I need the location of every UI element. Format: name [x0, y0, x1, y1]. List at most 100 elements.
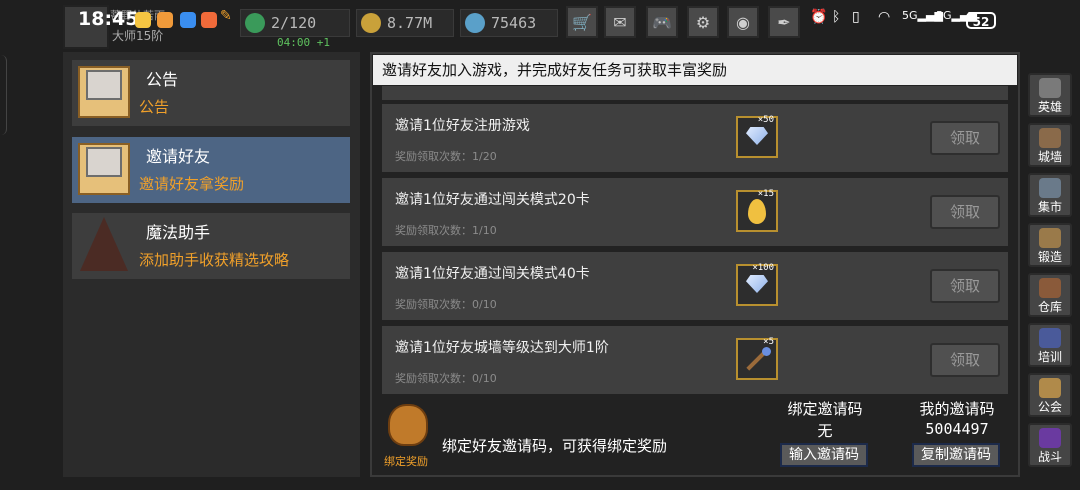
- side-menu-market[interactable]: 集市: [1028, 173, 1072, 217]
- side-menu-hero[interactable]: 英雄: [1028, 73, 1072, 117]
- task-row: 邀请1位好友通过闯关模式40卡 奖励领取次数：0/10 ×100 领取: [382, 252, 1008, 320]
- notification-icon: [157, 12, 173, 28]
- envelope-icon: [78, 143, 130, 195]
- reward-multiplier: ×5: [763, 337, 774, 347]
- task-description: 邀请1位好友通过闯关模式20卡: [395, 192, 590, 208]
- color-wheel-button[interactable]: ◉: [727, 6, 759, 38]
- task-claim-count: 奖励领取次数：0/10: [395, 372, 497, 385]
- reward-slot[interactable]: ×15: [736, 189, 778, 232]
- diamond-icon: [746, 127, 768, 145]
- bind-code-title: 绑定邀请码: [787, 400, 863, 418]
- reward-multiplier: ×50: [757, 115, 774, 125]
- energy-timer: 04:00 +1: [277, 36, 330, 49]
- mail-icon: ✉: [613, 12, 627, 32]
- side-menu-battle[interactable]: 战斗: [1028, 423, 1072, 467]
- notification-icon: [180, 12, 196, 28]
- task-claim-count: 奖励领取次数：1/10: [395, 224, 497, 237]
- wizard-hat-icon: [80, 217, 128, 271]
- tab-announcement[interactable]: 公告 公告: [72, 60, 350, 126]
- reward-slot[interactable]: ×100: [736, 263, 778, 306]
- hero-helmet-icon: [1039, 78, 1061, 98]
- bind-reward-label: 绑定奖励: [384, 455, 428, 468]
- golden-egg-icon: [748, 199, 766, 224]
- reward-multiplier: ×15: [757, 189, 774, 199]
- settings-button[interactable]: ⚙: [687, 6, 719, 38]
- lightning-icon: [245, 13, 265, 33]
- gem-counter[interactable]: 75463: [460, 9, 558, 37]
- gem-icon: [465, 13, 485, 33]
- feather-icon: ✒: [777, 12, 791, 32]
- gold-counter[interactable]: 8.77M: [356, 9, 454, 37]
- gamepad-button[interactable]: 🎮: [646, 6, 678, 38]
- copy-code-button[interactable]: 复制邀请码: [912, 443, 1000, 467]
- tab-invite-friends[interactable]: 邀请好友 邀请好友拿奖励: [72, 137, 350, 203]
- reward-multiplier: ×100: [752, 263, 774, 273]
- color-wheel-icon: ◉: [736, 12, 750, 32]
- gold-value: 8.77M: [387, 14, 433, 32]
- energy-counter[interactable]: 2/120: [240, 9, 350, 37]
- claim-button[interactable]: 领取: [930, 269, 1000, 303]
- gamepad-icon: 🎮: [652, 12, 672, 32]
- claim-button[interactable]: 领取: [930, 121, 1000, 155]
- side-menu-training[interactable]: 培训: [1028, 323, 1072, 367]
- vibrate-icon: ▯: [852, 9, 860, 25]
- screen-edge-handle[interactable]: [0, 55, 7, 135]
- task-description: 邀请1位好友注册游戏: [395, 118, 530, 134]
- bluetooth-icon: ᛒ: [832, 9, 841, 25]
- task-description: 邀请1位好友通过闯关模式40卡: [395, 266, 590, 282]
- wall-icon: [1039, 128, 1061, 148]
- tab-title: 邀请好友: [146, 147, 211, 166]
- bind-tip-text: 绑定好友邀请码，可获得绑定奖励: [442, 437, 668, 455]
- notification-icon: [201, 12, 217, 28]
- task-row: 邀请1位好友通过闯关模式20卡 奖励领取次数：1/10 ×15 领取: [382, 178, 1008, 246]
- reward-slot[interactable]: ×5: [736, 337, 778, 380]
- alarm-icon: ⏰: [810, 9, 828, 25]
- reward-bag-icon[interactable]: [388, 404, 428, 446]
- tab-title: 魔法助手: [146, 223, 211, 242]
- tab-title: 公告: [146, 70, 179, 89]
- market-icon: [1039, 178, 1061, 198]
- my-code-value: 5004497: [925, 420, 989, 438]
- bind-code-value: 无: [817, 422, 833, 440]
- battle-portal-icon: [1039, 428, 1061, 448]
- claim-button[interactable]: 领取: [930, 195, 1000, 229]
- feather-button[interactable]: ✒: [768, 6, 800, 38]
- envelope-icon: [78, 66, 130, 118]
- tab-subtitle: 邀请好友拿奖励: [139, 175, 245, 193]
- guild-icon: [1039, 378, 1061, 398]
- bind-code-section: 绑定奖励 绑定好友邀请码，可获得绑定奖励 绑定邀请码 无 输入邀请码 我的邀请码…: [382, 398, 1008, 472]
- side-menu-warehouse[interactable]: 仓库: [1028, 273, 1072, 317]
- my-code-title: 我的邀请码: [919, 400, 995, 418]
- diamond-icon: [746, 275, 768, 293]
- status-bar: 蒂野仙若雨 大师15阶 18:45 ✎ 2/120 04:00 +1 8.77M…: [0, 0, 1080, 49]
- task-claim-count: 奖励领取次数：0/10: [395, 298, 497, 311]
- claim-button[interactable]: 领取: [930, 343, 1000, 377]
- input-code-button[interactable]: 输入邀请码: [780, 443, 868, 467]
- energy-value: 2/120: [271, 14, 317, 32]
- gold-coin-icon: [361, 13, 381, 33]
- wifi-icon: ◠: [878, 9, 891, 25]
- notification-icon: [135, 12, 151, 28]
- shop-cart-icon: 🛒: [572, 12, 592, 32]
- task-row: 邀请1位好友注册游戏 奖励领取次数：1/20 ×50 领取: [382, 104, 1008, 172]
- chest-icon: [1039, 278, 1061, 298]
- anvil-icon: [1039, 228, 1061, 248]
- edit-icon: ✎: [220, 8, 232, 24]
- side-menu-wall[interactable]: 城墙: [1028, 123, 1072, 167]
- side-menu-guild[interactable]: 公会: [1028, 373, 1072, 417]
- side-menu-forge[interactable]: 锻造: [1028, 223, 1072, 267]
- reward-slot[interactable]: ×50: [736, 115, 778, 158]
- battery-indicator: 52: [966, 12, 996, 29]
- mail-button[interactable]: ✉: [604, 6, 636, 38]
- shop-cart-button[interactable]: 🛒: [566, 6, 598, 38]
- task-description: 邀请1位好友城墙等级达到大师1阶: [395, 340, 609, 356]
- wand-gem-icon: [762, 347, 771, 356]
- panel-header: 邀请好友加入游戏，并完成好友任务可获取丰富奖励: [373, 55, 1017, 85]
- tab-subtitle: 添加助手收获精选攻略: [139, 251, 290, 269]
- task-row: 邀请1位好友城墙等级达到大师1阶 奖励领取次数：0/10 ×5 领取: [382, 326, 1008, 394]
- tab-magic-assistant[interactable]: 魔法助手 添加助手收获精选攻略: [72, 213, 350, 279]
- gem-value: 75463: [491, 14, 537, 32]
- clock-time: 18:45: [78, 8, 139, 30]
- task-row-partial: [382, 86, 1008, 100]
- training-icon: [1039, 328, 1061, 348]
